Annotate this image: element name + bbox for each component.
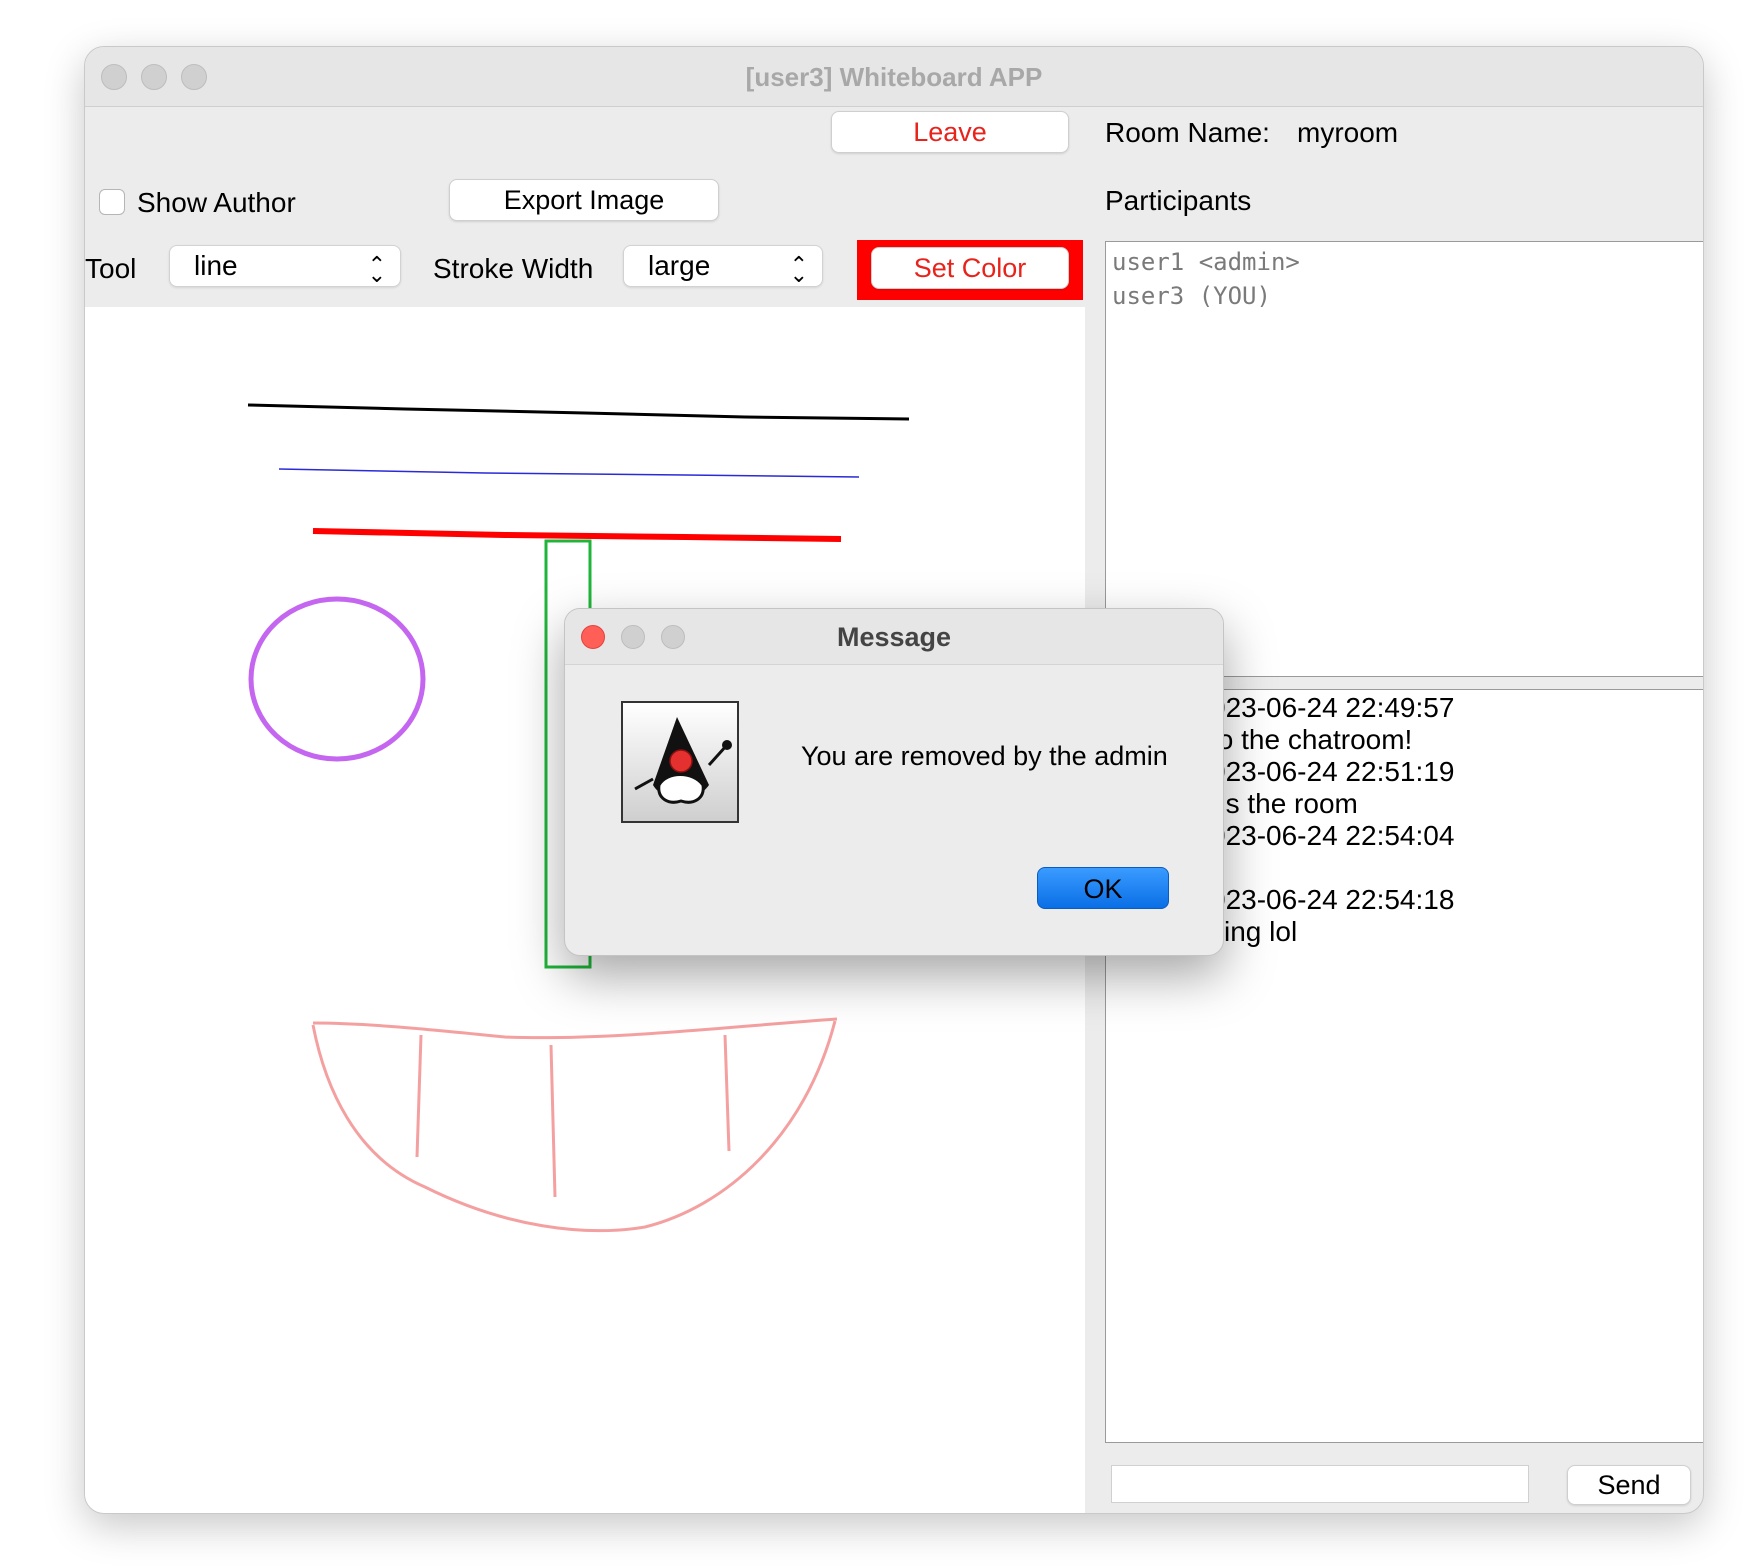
- blue-line-stroke: [278, 468, 860, 478]
- participants-label: Participants: [1105, 185, 1252, 216]
- export-image-button[interactable]: Export Image: [449, 179, 719, 221]
- stepper-chevron-down-icon: ⌄: [367, 262, 386, 287]
- chat-line: 023-06-24 22:49:57: [1210, 692, 1455, 723]
- leave-button[interactable]: Leave: [831, 111, 1069, 153]
- chat-line: 023-06-24 22:51:19: [1210, 756, 1455, 787]
- stroke-width-select-value: large: [648, 250, 711, 281]
- tool-select[interactable]: line ⌃ ⌄: [169, 245, 401, 287]
- pink-smile-stroke: [311, 1017, 838, 1233]
- chat-line: ns the room: [1210, 788, 1358, 819]
- set-color-button[interactable]: Set Color: [871, 247, 1069, 289]
- message-dialog: Message You are removed by the admin OK: [564, 608, 1224, 956]
- dialog-title-bar[interactable]: Message: [565, 609, 1223, 665]
- show-author-label: Show Author: [137, 187, 296, 218]
- dialog-title: Message: [836, 622, 952, 652]
- purple-circle-stroke: [248, 596, 426, 762]
- stroke-width-select[interactable]: large ⌃ ⌄: [623, 245, 823, 287]
- stroke-width-label: Stroke Width: [433, 253, 594, 284]
- chat-line: 023-06-24 22:54:04: [1210, 820, 1455, 851]
- tool-label: Tool: [85, 253, 137, 284]
- red-line-stroke: [312, 528, 842, 542]
- title-bar[interactable]: [user3] Whiteboard APP: [85, 47, 1703, 107]
- black-line-stroke: [247, 403, 910, 421]
- send-button[interactable]: Send: [1567, 1465, 1691, 1505]
- window-title: [user3] Whiteboard APP: [745, 62, 1043, 92]
- show-author-checkbox[interactable]: [99, 189, 125, 215]
- ok-button[interactable]: OK: [1037, 867, 1169, 909]
- chat-line: to the chatroom!: [1210, 724, 1413, 755]
- dialog-message: You are removed by the admin: [801, 741, 1168, 771]
- participant-item[interactable]: user3 (YOU): [1112, 282, 1271, 310]
- java-duke-icon: [621, 701, 739, 823]
- stepper-chevron-down-icon: ⌄: [789, 262, 808, 287]
- tool-select-value: line: [194, 250, 238, 281]
- room-name-label: Room Name:: [1105, 117, 1270, 148]
- room-name-value: myroom: [1297, 117, 1399, 148]
- chat-input[interactable]: [1111, 1465, 1529, 1503]
- chat-line: 023-06-24 22:54:18: [1210, 884, 1455, 915]
- participant-item[interactable]: user1 <admin>: [1112, 248, 1300, 276]
